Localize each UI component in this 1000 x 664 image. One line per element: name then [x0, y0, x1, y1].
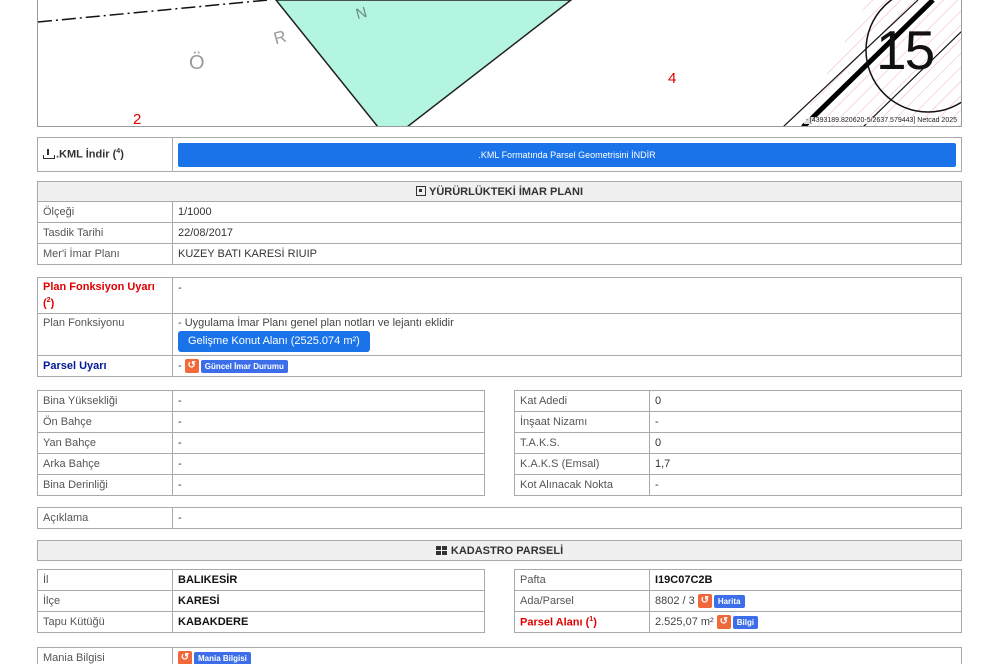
info-link-icon: ↺: [716, 615, 731, 629]
function-warning-label: Plan Fonksiyon Uyarı (2): [37, 277, 173, 314]
kml-label: .KML İndir (: [56, 148, 117, 161]
taks-value: 0: [649, 432, 962, 454]
function-zone-button[interactable]: Gelişme Konut Alanı (2525.074 m²): [178, 331, 370, 352]
cadastre-header: KADASTRO PARSELİ: [37, 540, 962, 561]
building-height-value: -: [172, 390, 485, 412]
province-value: BALIKESİR: [172, 569, 485, 591]
province-label: İl: [37, 569, 173, 591]
plan-function-table: Plan Fonksiyon Uyarı (2) - Plan Fonksiyo…: [37, 277, 962, 377]
description-value: -: [172, 507, 962, 529]
back-yard-label: Arka Bahçe: [37, 453, 173, 475]
block-parcel-value: 8802 / 3: [655, 594, 695, 607]
download-icon: [43, 148, 55, 159]
kml-download-button[interactable]: .KML Formatında Parsel Geometrisini İNDİ…: [178, 142, 956, 167]
land-registry-value: KABAKDERE: [172, 611, 485, 633]
map-label-o: Ö: [189, 52, 205, 74]
construction-order-value: -: [649, 411, 962, 433]
map-button[interactable]: ↺ Harita: [697, 594, 745, 608]
description-table: Açıklama -: [37, 507, 962, 529]
side-yard-value: -: [172, 432, 485, 454]
description-label: Açıklama: [37, 507, 173, 529]
approval-date-value: 22/08/2017: [172, 222, 962, 244]
mania-label: Mania Bilgisi: [37, 647, 173, 664]
block-parcel-label: Ada/Parsel: [514, 590, 650, 612]
parcel-number-2: 2: [133, 111, 142, 127]
land-registry-label: Tapu Kütüğü: [37, 611, 173, 633]
boundary-line: [38, 0, 269, 23]
kml-table: .KML İndir (4) .KML Formatında Parsel Ge…: [37, 137, 962, 172]
info-button[interactable]: ↺ Bilgi: [716, 615, 759, 629]
front-yard-label: Ön Bahçe: [37, 411, 173, 433]
approval-date-label: Tasdik Tarihi: [37, 222, 173, 244]
function-note: - Uygulama İmar Planı genel plan notları…: [178, 317, 454, 329]
parcel-polygon: [275, 0, 573, 126]
construction-order-label: İnşaat Nizamı: [514, 411, 650, 433]
elevation-point-label: Kot Alınacak Nokta: [514, 474, 650, 496]
scale-label: Ölçeği: [37, 201, 173, 223]
building-height-label: Bina Yüksekliği: [37, 390, 173, 412]
parcel-area-value: 2.525,07 m²: [655, 615, 714, 628]
sheet-label: Pafta: [514, 569, 650, 591]
map-canvas: [38, 0, 961, 126]
zoning-icon: ↺: [184, 359, 199, 373]
imar-plan-table: YÜRÜRLÜKTEKİ İMAR PLANI Ölçeği 1/1000 Tas…: [37, 181, 962, 265]
kaks-label: K.A.K.S (Emsal): [514, 453, 650, 475]
kml-label-cell: .KML İndir (4): [37, 137, 173, 172]
cadastre-right-table: Pafta I19C07C2B Ada/Parsel 8802 / 3 ↺ Hari…: [514, 569, 962, 633]
floor-count-label: Kat Adedi: [514, 390, 650, 412]
building-depth-label: Bina Derinliği: [37, 474, 173, 496]
cadastre-header-table: KADASTRO PARSELİ: [37, 540, 962, 561]
imar-plan-header: YÜRÜRLÜKTEKİ İMAR PLANI: [37, 181, 962, 202]
map-attribution: - [4393189.820620-5/2637.579443] Netcad …: [803, 117, 959, 124]
building-right-table: Kat Adedi 0 İnşaat Nizamı - T.A.K.S. 0 K.A.…: [514, 390, 962, 496]
sheet-value: I19C07C2B: [649, 569, 962, 591]
mania-info-button[interactable]: ↺ Mania Bilgisi: [178, 651, 251, 664]
building-depth-value: -: [172, 474, 485, 496]
plan-name-value: KUZEY BATI KARESİ RIUIP: [172, 243, 962, 265]
floor-count-value: 0: [649, 390, 962, 412]
scale-value: 1/1000: [172, 201, 962, 223]
function-label: Plan Fonksiyonu: [37, 313, 173, 356]
plan-name-label: Mer'i İmar Planı: [37, 243, 173, 265]
district-label: İlçe: [37, 590, 173, 612]
parcel-area-label: Parsel Alanı (1): [514, 611, 650, 633]
side-yard-label: Yan Bahçe: [37, 432, 173, 454]
taks-label: T.A.K.S.: [514, 432, 650, 454]
sheet-number: 15: [876, 19, 935, 81]
front-yard-value: -: [172, 411, 485, 433]
mania-icon: ↺: [178, 651, 192, 664]
back-yard-value: -: [172, 453, 485, 475]
building-left-table: Bina Yüksekliği - Ön Bahçe - Yan Bahçe - Ar…: [37, 390, 485, 496]
cadastre-left-table: İl BALIKESİR İlçe KARESİ Tapu Kütüğü KABAKD…: [37, 569, 485, 633]
plan-icon: [416, 185, 426, 196]
district-value: KARESİ: [172, 590, 485, 612]
function-warning-value: -: [172, 277, 962, 314]
grid-icon: [435, 545, 447, 555]
parcel-warning-label: Parsel Uyarı: [37, 355, 173, 377]
parcel-map[interactable]: Ö R N 2 4 15 - [4393189.820620-5/2637.57…: [37, 0, 962, 127]
map-link-icon: ↺: [697, 594, 712, 608]
mania-table: Mania Bilgisi ↺ Mania Bilgisi: [37, 647, 962, 664]
parcel-number-4: 4: [668, 70, 677, 87]
elevation-point-value: -: [649, 474, 962, 496]
current-zoning-button[interactable]: ↺ Güncel İmar Durumu: [184, 359, 288, 373]
kaks-value: 1,7: [649, 453, 962, 475]
